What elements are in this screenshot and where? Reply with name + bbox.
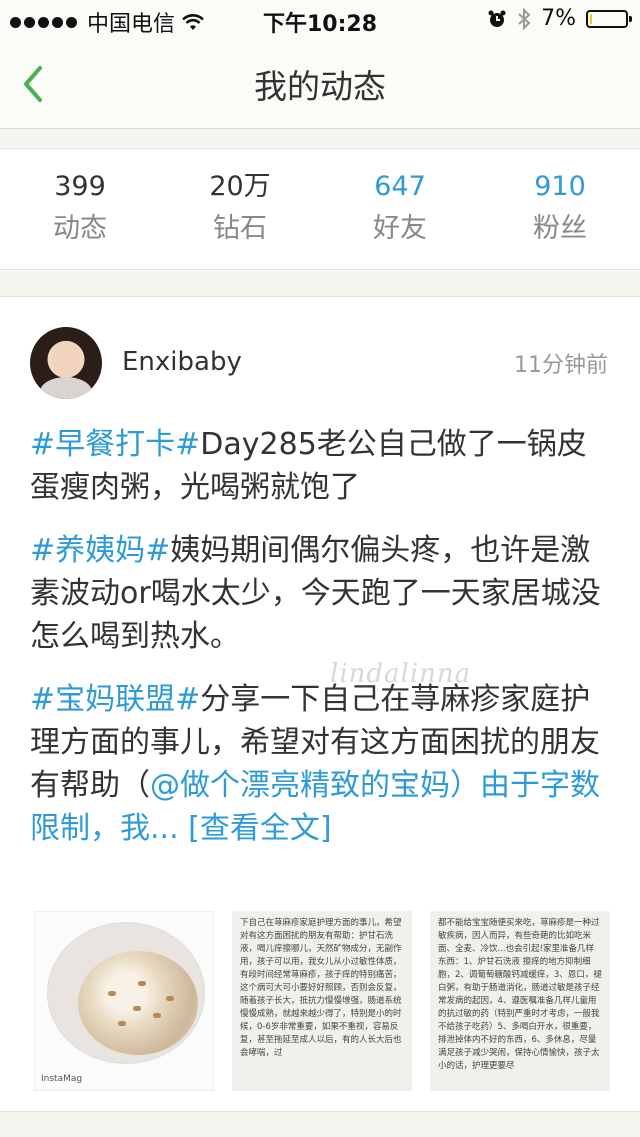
stat-fans[interactable]: 910 粉丝 bbox=[480, 149, 640, 269]
avatar[interactable] bbox=[30, 327, 102, 399]
post-paragraph-1: #早餐打卡#Day285老公自己做了一锅皮蛋瘦肉粥，光喝粥就饱了 bbox=[30, 423, 616, 509]
stat-fans-label: 粉丝 bbox=[533, 213, 587, 244]
avatar-shirt bbox=[40, 377, 92, 399]
stat-friends-count: 647 bbox=[374, 171, 426, 202]
status-right: 7% bbox=[487, 6, 632, 31]
stat-friends-label: 好友 bbox=[373, 213, 427, 244]
battery-percent: 7% bbox=[541, 6, 576, 31]
alarm-icon bbox=[488, 10, 506, 27]
stat-posts-label: 动态 bbox=[53, 213, 107, 244]
post-paragraph-3: #宝妈联盟#分享一下自己在荨麻疹家庭护理方面的事儿，希望对有这方面困扰的朋友有帮… bbox=[30, 678, 616, 850]
chevron-left-icon bbox=[24, 66, 42, 102]
stat-posts[interactable]: 399 动态 bbox=[0, 149, 160, 269]
mention-link[interactable]: @做个漂亮精致的宝妈 bbox=[150, 768, 450, 803]
bottom-divider bbox=[0, 1111, 640, 1137]
stat-friends[interactable]: 647 好友 bbox=[320, 149, 480, 269]
bluetooth-icon bbox=[518, 7, 531, 30]
hashtag-link[interactable]: #早餐打卡# bbox=[30, 427, 200, 462]
porridge-graphic bbox=[78, 951, 198, 1055]
image-caption: InstaMag bbox=[41, 1074, 83, 1084]
stat-diamonds-count: 20万 bbox=[209, 171, 271, 202]
post-body: #早餐打卡#Day285老公自己做了一锅皮蛋瘦肉粥，光喝粥就饱了 #养姨妈#姨妈… bbox=[30, 423, 616, 870]
status-bar: 中国电信 下午10:28 7% bbox=[0, 0, 640, 40]
view-full-text-link[interactable]: [查看全文] bbox=[188, 811, 331, 846]
hashtag-link[interactable]: #宝妈联盟# bbox=[30, 682, 200, 717]
post-images: InstaMag 下自己在荨麻疹家庭护理方面的事儿，希望对有这方面困扰的朋友有帮… bbox=[34, 911, 610, 1093]
stat-diamonds[interactable]: 20万 钻石 bbox=[160, 149, 320, 269]
back-button[interactable] bbox=[18, 62, 58, 106]
stat-diamonds-label: 钻石 bbox=[213, 213, 267, 244]
nav-bar: 我的动态 bbox=[0, 40, 640, 129]
stat-posts-count: 399 bbox=[54, 171, 106, 202]
battery-level bbox=[590, 13, 592, 24]
battery-icon bbox=[586, 9, 632, 28]
post-image-1[interactable]: InstaMag bbox=[34, 911, 214, 1091]
post-image-2[interactable]: 下自己在荨麻疹家庭护理方面的事儿，希望对有这方面困扰的朋友有帮助：护甘石洗液，喝… bbox=[232, 911, 412, 1091]
watermark: lindalinna bbox=[330, 659, 472, 689]
post-username[interactable]: Enxibaby bbox=[122, 347, 242, 377]
stat-fans-count: 910 bbox=[534, 171, 586, 202]
bowl-graphic bbox=[47, 922, 205, 1064]
page-title: 我的动态 bbox=[254, 67, 386, 106]
hashtag-link[interactable]: #养姨妈# bbox=[30, 533, 170, 568]
post-time: 11分钟前 bbox=[514, 353, 608, 378]
stats-bar: 399 动态 20万 钻石 647 好友 910 粉丝 bbox=[0, 148, 640, 270]
post-paragraph-2: #养姨妈#姨妈期间偶尔偏头疼，也许是激素波动or喝水太少，今天跑了一天家居城没怎… bbox=[30, 529, 616, 658]
post-card: Enxibaby 11分钟前 #早餐打卡#Day285老公自己做了一锅皮蛋瘦肉粥… bbox=[0, 296, 640, 1137]
avatar-face bbox=[52, 341, 80, 377]
post-image-3[interactable]: 都不能给宝宝随便买来吃，荨麻疹是一种过敏疾病，因人而异，有些奇葩的比如吃米面、全… bbox=[430, 911, 610, 1091]
